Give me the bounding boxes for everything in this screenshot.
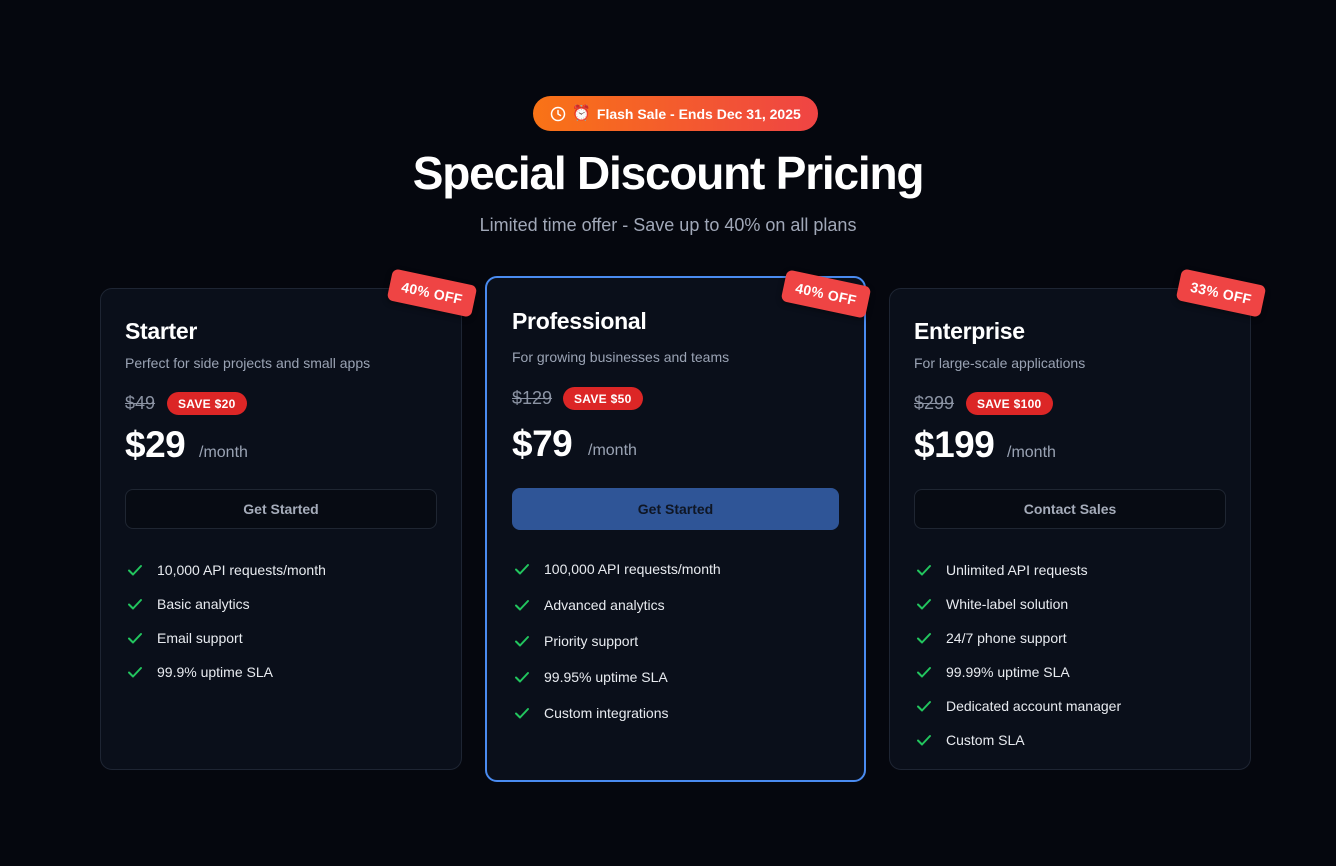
feature-label: 99.9% uptime SLA xyxy=(157,664,273,680)
feature-item: 100,000 API requests/month xyxy=(512,551,721,587)
check-icon xyxy=(917,565,931,576)
check-icon xyxy=(917,633,931,644)
get-started-button[interactable]: Get Started xyxy=(125,489,437,529)
feature-label: Priority support xyxy=(544,633,639,649)
feature-item: Custom integrations xyxy=(512,695,721,731)
discounted-price: $199 xyxy=(914,424,995,465)
billing-period: /month xyxy=(199,444,248,461)
feature-item: Priority support xyxy=(512,623,721,659)
feature-label: Unlimited API requests xyxy=(946,562,1088,578)
feature-label: Custom SLA xyxy=(946,732,1025,748)
check-icon xyxy=(515,708,529,719)
feature-item: Dedicated account manager xyxy=(914,689,1121,723)
check-icon xyxy=(917,735,931,746)
feature-item: White-label solution xyxy=(914,587,1121,621)
feature-item: Email support xyxy=(125,621,326,655)
discount-ribbon: 33% OFF xyxy=(1175,268,1267,318)
feature-label: 10,000 API requests/month xyxy=(157,562,326,578)
save-badge: SAVE $50 xyxy=(563,387,643,410)
check-icon xyxy=(917,599,931,610)
check-icon xyxy=(515,636,529,647)
check-icon xyxy=(128,667,142,678)
feature-label: 99.95% uptime SLA xyxy=(544,669,668,685)
plan-card-professional: 40% OFF Professional For growing busines… xyxy=(485,269,872,782)
clock-icon xyxy=(550,106,566,121)
feature-item: 99.9% uptime SLA xyxy=(125,655,326,689)
feature-item: Unlimited API requests xyxy=(914,553,1121,587)
save-badge: SAVE $100 xyxy=(966,392,1053,415)
check-icon xyxy=(917,667,931,678)
plan-card-starter: 40% OFF Starter Perfect for side project… xyxy=(100,268,478,770)
feature-label: Dedicated account manager xyxy=(946,698,1122,714)
check-icon xyxy=(128,633,142,644)
check-icon xyxy=(515,600,529,611)
feature-label: White-label solution xyxy=(946,596,1069,612)
flash-sale-banner: ⏰ Flash Sale - Ends Dec 31, 2025 xyxy=(533,96,818,131)
feature-item: Custom SLA xyxy=(914,723,1121,757)
original-price: $299 xyxy=(914,393,955,413)
feature-item: 99.95% uptime SLA xyxy=(512,659,721,695)
feature-label: Custom integrations xyxy=(544,705,669,721)
discount-ribbon: 40% OFF xyxy=(386,268,478,318)
plan-name: Starter xyxy=(125,318,198,344)
feature-label: Basic analytics xyxy=(157,596,250,612)
billing-period: /month xyxy=(588,442,637,459)
check-icon xyxy=(128,565,142,576)
check-icon xyxy=(515,672,529,683)
original-price: $129 xyxy=(512,388,553,408)
check-icon xyxy=(917,701,931,712)
feature-item: 10,000 API requests/month xyxy=(125,553,326,587)
discount-ribbon: 40% OFF xyxy=(780,269,872,319)
plan-description: For large-scale applications xyxy=(914,355,1086,371)
feature-list: 10,000 API requests/month Basic analytic… xyxy=(125,553,326,689)
get-started-button[interactable]: Get Started xyxy=(512,488,839,530)
plan-description: For growing businesses and teams xyxy=(512,349,730,365)
save-badge: SAVE $20 xyxy=(167,392,247,415)
original-price: $49 xyxy=(125,393,156,413)
discounted-price: $79 xyxy=(512,423,573,464)
feature-item: 24/7 phone support xyxy=(914,621,1121,655)
plan-name: Enterprise xyxy=(914,318,1025,344)
feature-item: Basic analytics xyxy=(125,587,326,621)
feature-item: 99.99% uptime SLA xyxy=(914,655,1121,689)
feature-label: Email support xyxy=(157,630,243,646)
plan-description: Perfect for side projects and small apps xyxy=(125,355,371,371)
plan-name: Professional xyxy=(512,308,647,334)
plan-card-enterprise: 33% OFF Enterprise For large-scale appli… xyxy=(889,268,1267,770)
alarm-clock-emoji: ⏰ xyxy=(572,105,591,122)
feature-list: 100,000 API requests/month Advanced anal… xyxy=(512,551,721,731)
feature-label: 99.99% uptime SLA xyxy=(946,664,1070,680)
flash-sale-text: Flash Sale - Ends Dec 31, 2025 xyxy=(596,105,801,122)
page-subtitle: Limited time offer - Save up to 40% on a… xyxy=(479,215,857,235)
feature-list: Unlimited API requests White-label solut… xyxy=(914,553,1121,757)
feature-label: 100,000 API requests/month xyxy=(544,561,721,577)
discounted-price: $29 xyxy=(125,424,186,465)
check-icon xyxy=(128,599,142,610)
feature-item: Advanced analytics xyxy=(512,587,721,623)
contact-sales-button[interactable]: Contact Sales xyxy=(914,489,1226,529)
page-title: Special Discount Pricing xyxy=(412,147,925,199)
check-icon xyxy=(515,564,529,575)
feature-label: 24/7 phone support xyxy=(946,630,1067,646)
feature-label: Advanced analytics xyxy=(544,597,665,613)
billing-period: /month xyxy=(1007,444,1056,461)
